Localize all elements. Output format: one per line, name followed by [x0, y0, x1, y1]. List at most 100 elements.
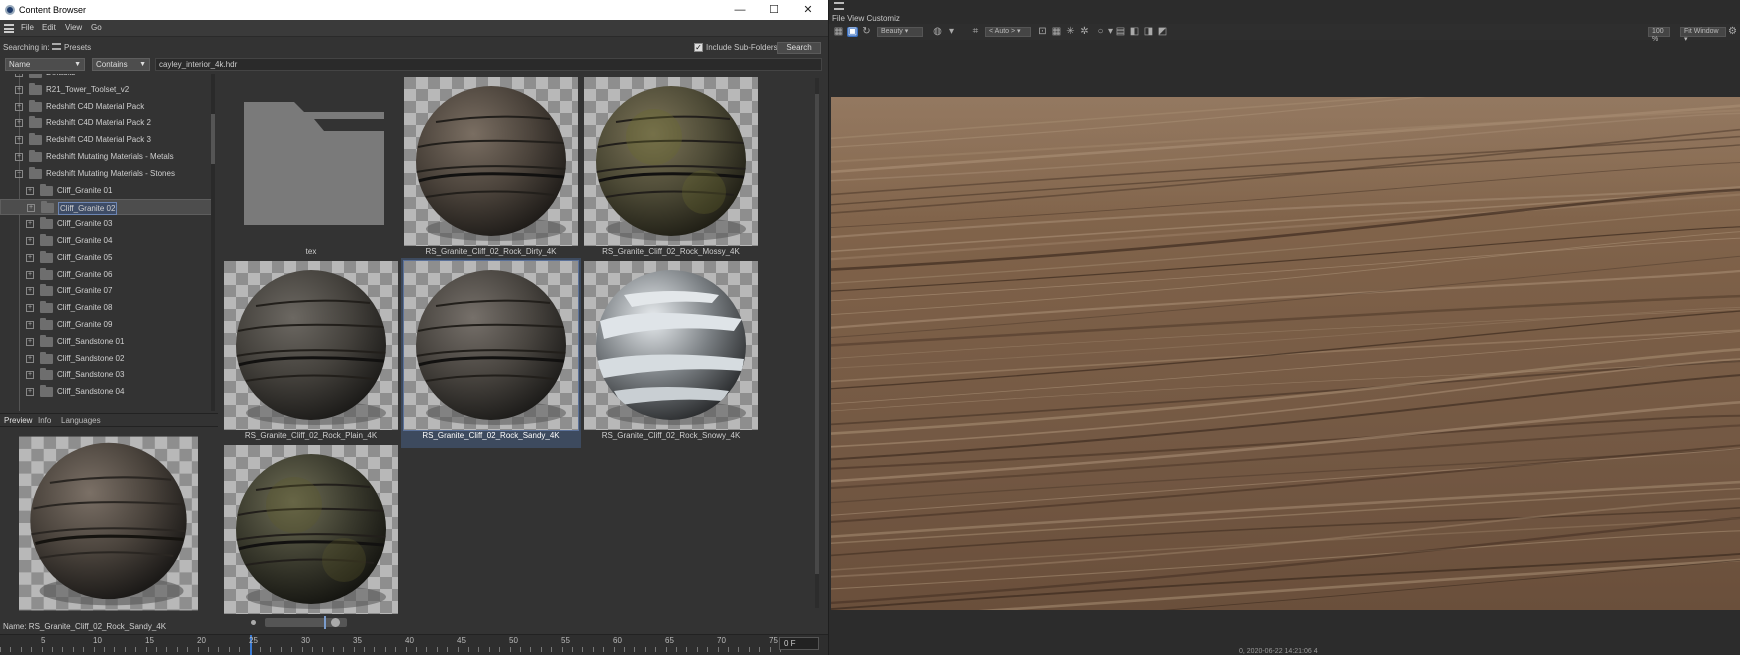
current-frame-field[interactable]: 0 F [779, 637, 819, 650]
tree-item[interactable]: + Cliff_Granite 05 [0, 250, 214, 266]
expand-toggle-icon[interactable]: + [15, 153, 23, 161]
viewer-tabs[interactable]: File View Customiz [832, 14, 900, 23]
gear-icon[interactable]: ⚙ [1727, 27, 1738, 37]
field-select[interactable]: Name ▼ [5, 58, 85, 71]
expand-toggle-icon[interactable]: + [15, 85, 23, 94]
tree-item[interactable]: + Cliff_Sandstone 02 [0, 351, 214, 367]
tree-item[interactable]: + Cliff_Granite 06 [0, 267, 214, 283]
expand-toggle-icon[interactable]: + [26, 270, 34, 279]
search-query-input[interactable]: cayley_interior_4k.hdr [155, 58, 822, 71]
snapshot-icon[interactable]: ▤ [1115, 27, 1126, 37]
lock-icon[interactable]: ⊡ [1037, 27, 1048, 37]
material-thumbnail[interactable] [221, 442, 401, 632]
expand-toggle-icon[interactable]: + [15, 136, 23, 145]
grid-icon[interactable]: ▦ [1051, 27, 1062, 37]
tab-languages[interactable]: Languages [61, 416, 101, 425]
material-thumbnail[interactable]: RS_Granite_Cliff_02_Rock_Snowy_4K [581, 258, 761, 448]
zoom-mode-select[interactable]: < Auto > ▾ [985, 27, 1031, 37]
picture-viewer: File View Customiz ▦ ▣ ↻ Beauty ▾ ◍ ▾ ⌗ … [829, 0, 1740, 655]
menu-edit[interactable]: Edit [42, 23, 56, 32]
tree-item[interactable]: + Cliff_Granite 07 [0, 283, 214, 299]
material-ball-image [404, 77, 578, 246]
close-button[interactable]: ✕ [792, 2, 824, 18]
thumbnail-size-slider-knob[interactable] [324, 616, 326, 629]
hamburger-menu-icon[interactable] [834, 2, 844, 10]
crop-icon[interactable]: ⌗ [970, 27, 981, 37]
expand-toggle-icon[interactable]: + [26, 371, 34, 380]
menu-go[interactable]: Go [91, 23, 102, 32]
expand-toggle-icon[interactable]: − [15, 169, 23, 178]
tree-item[interactable]: + Redshift C4D Material Pack 2 [0, 115, 214, 131]
expand-toggle-icon[interactable]: + [26, 321, 34, 329]
expand-toggle-icon[interactable]: + [15, 74, 23, 77]
zoom-percent-field[interactable]: 100 % [1648, 27, 1670, 43]
tree-item[interactable]: + Defaults [0, 74, 214, 81]
tree-item-label: Cliff_Granite 04 [57, 236, 113, 245]
expand-toggle-icon[interactable]: + [15, 102, 23, 111]
layers-icon[interactable]: ◨ [1143, 27, 1154, 37]
tree-item[interactable]: + Cliff_Sandstone 01 [0, 334, 214, 350]
tree-item[interactable]: + Cliff_Granite 03 [0, 216, 214, 232]
bug-icon[interactable]: ✲ [1079, 27, 1090, 37]
expand-toggle-icon[interactable]: + [26, 388, 34, 397]
tree-item[interactable]: + Cliff_Granite 01 [0, 183, 214, 199]
tree-item[interactable]: + Redshift C4D Material Pack [0, 99, 214, 115]
tree-item[interactable]: + Redshift Mutating Materials - Metals [0, 149, 214, 165]
tree-item[interactable]: + Redshift C4D Material Pack 3 [0, 132, 214, 148]
tree-item[interactable]: + R21_Tower_Toolset_v2 [0, 82, 214, 98]
expand-toggle-icon[interactable]: + [26, 287, 34, 296]
menu-view[interactable]: View [65, 23, 82, 32]
render-region-icon[interactable]: ▣ [847, 27, 858, 37]
timeline[interactable]: 0 F 5 10 15 20 25 30 35 40 45 50 55 60 65 70 75 [0, 634, 828, 655]
menu-file[interactable]: File [21, 23, 34, 32]
tree-item[interactable]: + Cliff_Granite 09 [0, 317, 214, 333]
tree-item[interactable]: − Redshift Mutating Materials - Stones [0, 166, 214, 182]
history-icon[interactable]: ◩ [1157, 27, 1168, 37]
snowflake-icon[interactable]: ✳ [1065, 27, 1076, 37]
tree-item[interactable]: + Cliff_Granite 04 [0, 233, 214, 249]
expand-toggle-icon[interactable]: + [26, 220, 34, 229]
chevron-down-icon[interactable]: ▾ [946, 27, 957, 37]
material-thumbnail[interactable]: RS_Granite_Cliff_02_Rock_Mossy_4K [581, 74, 761, 264]
refresh-icon[interactable]: ↻ [861, 27, 872, 37]
tree-scrollbar-thumb[interactable] [211, 114, 215, 164]
channel-select[interactable]: Beauty ▾ [877, 27, 923, 37]
folder-icon [40, 183, 53, 196]
hamburger-menu-icon[interactable] [4, 24, 14, 33]
globe-icon[interactable]: ◍ [932, 27, 943, 37]
menu-bar: File Edit View Go ▭ ⌂ ≡ ☰ ◫ ☆ ☷ ← → ↑ ⌕ … [0, 20, 828, 52]
tree-item[interactable]: + Cliff_Granite 08 [0, 300, 214, 316]
search-location[interactable]: Presets [64, 43, 91, 52]
compare-icon[interactable]: ◧ [1129, 27, 1140, 37]
expand-toggle-icon[interactable]: + [26, 237, 34, 245]
material-ball-image [584, 77, 758, 246]
expand-toggle-icon[interactable]: + [26, 337, 34, 346]
material-thumbnail[interactable]: RS_Granite_Cliff_02_Rock_Sandy_4K [401, 258, 581, 448]
minimize-button[interactable]: — [724, 2, 756, 18]
maximize-button[interactable]: ☐ [758, 2, 790, 18]
operator-select[interactable]: Contains ▼ [92, 58, 150, 71]
folder-icon [29, 74, 42, 78]
tree-item[interactable]: + Cliff_Sandstone 03 [0, 367, 214, 383]
include-subfolders-checkbox[interactable]: ✓ [694, 43, 703, 52]
large-size-icon [331, 618, 340, 627]
search-button[interactable]: Search [777, 42, 821, 54]
material-thumbnail[interactable]: RS_Granite_Cliff_02_Rock_Plain_4K [221, 258, 401, 448]
tab-preview[interactable]: Preview [4, 416, 32, 425]
expand-toggle-icon[interactable]: + [26, 354, 34, 363]
expand-toggle-icon[interactable]: + [26, 186, 34, 195]
grid-scrollbar-thumb[interactable] [815, 94, 819, 574]
fit-select[interactable]: Fit Window ▾ [1680, 27, 1726, 43]
expand-toggle-icon[interactable]: + [27, 204, 35, 213]
folder-thumbnail[interactable]: tex [221, 74, 401, 264]
expand-toggle-icon[interactable]: + [15, 119, 23, 128]
tab-info[interactable]: Info [38, 416, 51, 425]
expand-toggle-icon[interactable]: + [26, 253, 34, 262]
image-icon[interactable]: ▦ [833, 27, 844, 37]
tree-item[interactable]: + Cliff_Granite 02 [0, 199, 214, 216]
tree-scrollbar[interactable] [211, 74, 215, 411]
material-thumbnail[interactable]: RS_Granite_Cliff_02_Rock_Dirty_4K [401, 74, 581, 264]
expand-toggle-icon[interactable]: + [26, 304, 34, 313]
grid-scrollbar[interactable] [815, 78, 819, 608]
tree-item[interactable]: + Cliff_Sandstone 04 [0, 384, 214, 400]
